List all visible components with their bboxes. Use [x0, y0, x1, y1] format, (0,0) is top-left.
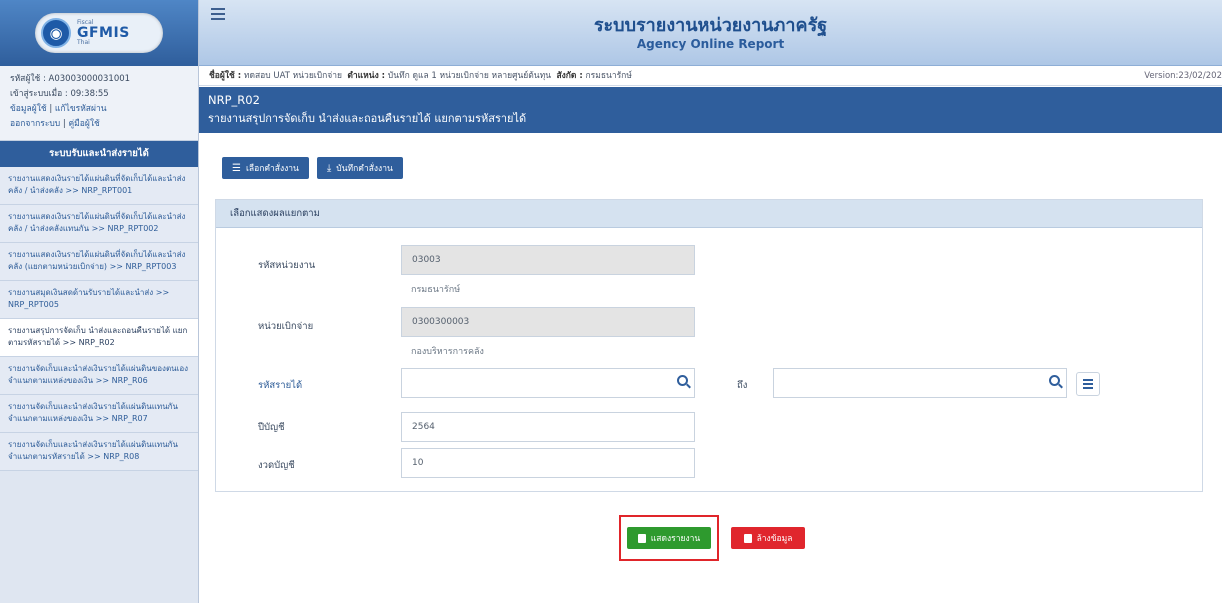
disbursement-unit-field: 0300300003: [401, 307, 695, 337]
version-text: Version:23/02/202: [1144, 71, 1222, 81]
logo-area: ◉ Fiscal GFMIS Thai: [0, 0, 198, 66]
revenue-code-from-input[interactable]: [401, 368, 695, 398]
position-value: บันทึก ดูแล 1 หน่วยเบิกจ่าย หลายศูนย์ต้น…: [387, 71, 552, 81]
logo-main-text: GFMIS: [77, 25, 130, 41]
org-value: กรมธนารักษ์: [585, 71, 632, 81]
page-header: NRP_R02 รายงานสรุปการจัดเก็บ นำส่งและถอน…: [199, 87, 1222, 133]
user-links-row-2: ออกจากระบบ | คู่มือผู้ใช้: [10, 117, 188, 132]
user-id: รหัสผู้ใช้ : A03003000031001: [10, 74, 131, 84]
manual-link[interactable]: คู่มือผู้ใช้: [68, 119, 99, 129]
fiscal-period-label: งวดบัญชี: [258, 460, 295, 471]
panel-title: เลือกแสดงผลแยกตาม: [216, 200, 1202, 228]
logo-emblem-icon: ◉: [41, 18, 71, 48]
search-icon[interactable]: [677, 375, 688, 386]
user-links-row-1: ข้อมูลผู้ใช้ | แก้ไขรหัสผ่าน: [10, 102, 188, 117]
revenue-code-to-input[interactable]: [773, 368, 1067, 398]
fiscal-year-input[interactable]: 2564: [401, 412, 695, 442]
select-command-label: เลือกคำสั่งงาน: [245, 164, 299, 174]
system-subtitle: Agency Online Report: [636, 37, 785, 51]
trash-icon: [743, 533, 752, 543]
top-header: ระบบรายงานหน่วยงานภาครัฐ Agency Online R…: [199, 0, 1222, 66]
sidebar-item-nrp-r07[interactable]: รายงานจัดเก็บและนำส่งเงินรายได้แผ่นดินแท…: [0, 395, 198, 433]
link-separator: |: [49, 104, 53, 114]
link-separator: |: [62, 119, 66, 129]
select-command-button[interactable]: ☰ เลือกคำสั่งงาน: [222, 157, 309, 179]
filter-panel: เลือกแสดงผลแยกตาม: [215, 199, 1203, 492]
disbursement-unit-name: กองบริหารการคลัง: [411, 347, 484, 357]
profile-link[interactable]: ข้อมูลผู้ใช้: [10, 104, 47, 114]
sidebar-item-nrp-rpt001[interactable]: รายงานแสดงเงินรายได้แผ่นดินที่จัดเก็บได้…: [0, 167, 198, 205]
agency-name-text: กรมธนารักษ์: [411, 285, 461, 295]
show-report-button[interactable]: แสดงรายงาน: [627, 527, 711, 549]
agency-code-field: 03003: [401, 245, 695, 275]
fiscal-year-label: ปีบัญชี: [258, 422, 285, 433]
sidebar-item-nrp-r08[interactable]: รายงานจัดเก็บและนำส่งเงินรายได้แผ่นดินแท…: [0, 433, 198, 471]
sidebar: ◉ Fiscal GFMIS Thai รหัสผู้ใช้ : A030030…: [0, 0, 199, 603]
search-icon[interactable]: [1049, 375, 1060, 386]
logout-link[interactable]: ออกจากระบบ: [10, 119, 60, 129]
sidebar-item-nrp-r06[interactable]: รายงานจัดเก็บและนำส่งเงินรายได้แผ่นดินขอ…: [0, 357, 198, 395]
login-time: เข้าสู่ระบบเมื่อ : 09:38:55: [10, 89, 109, 99]
multi-select-list-button[interactable]: [1076, 372, 1100, 396]
system-title: ระบบรายงานหน่วยงานภาครัฐ: [593, 15, 828, 36]
user-name-label: ชื่อผู้ใช้ :: [209, 71, 242, 81]
sidebar-item-nrp-r02[interactable]: รายงานสรุปการจัดเก็บ นำส่งและถอนคืนรายได…: [0, 319, 198, 357]
disbursement-unit-label: หน่วยเบิกจ่าย: [258, 321, 314, 332]
list-icon: ☰: [232, 162, 241, 174]
sidebar-heading: ระบบรับและนำส่งรายได้: [0, 141, 198, 167]
clear-data-label: ล้างข้อมูล: [756, 534, 793, 544]
user-info-bar: ชื่อผู้ใช้ : ทดสอบ UAT หน่วยเบิกจ่าย ตำแ…: [199, 66, 1222, 86]
to-label: ถึง: [737, 380, 748, 391]
position-label: ตำแหน่ง :: [347, 71, 386, 81]
org-label: สังกัด :: [556, 71, 583, 81]
save-command-button[interactable]: ⤓ บันทึกคำสั่งงาน: [316, 157, 403, 179]
fiscal-period-input[interactable]: 10: [401, 448, 695, 478]
show-report-label: แสดงรายงาน: [650, 534, 701, 544]
app-root: ◉ Fiscal GFMIS Thai รหัสผู้ใช้ : A030030…: [0, 0, 1222, 603]
agency-code-label: รหัสหน่วยงาน: [258, 260, 316, 271]
revenue-code-label: รหัสรายได้: [258, 380, 303, 391]
user-info: รหัสผู้ใช้ : A03003000031001 เข้าสู่ระบบ…: [0, 66, 198, 141]
report-icon: [637, 533, 646, 543]
gfmis-logo[interactable]: ◉ Fiscal GFMIS Thai: [35, 13, 163, 53]
sidebar-item-nrp-rpt005[interactable]: รายงานสมุดเงินสดด้านรับรายได้และนำส่ง >>…: [0, 281, 198, 319]
user-name-value: ทดสอบ UAT หน่วยเบิกจ่าย: [243, 71, 342, 81]
logo-text: Fiscal GFMIS Thai: [77, 20, 130, 46]
save-command-label: บันทึกคำสั่งงาน: [336, 164, 393, 174]
clear-data-button[interactable]: ล้างข้อมูล: [731, 527, 805, 549]
download-icon: ⤓: [326, 162, 332, 174]
toolbar: ☰ เลือกคำสั่งงาน ⤓ บันทึกคำสั่งงาน: [222, 157, 403, 179]
sidebar-item-nrp-rpt002[interactable]: รายงานแสดงเงินรายได้แผ่นดินที่จัดเก็บได้…: [0, 205, 198, 243]
page-title: รายงานสรุปการจัดเก็บ นำส่งและถอนคืนรายได…: [208, 112, 527, 125]
page-code: NRP_R02: [208, 93, 260, 107]
change-password-link[interactable]: แก้ไขรหัสผ่าน: [55, 104, 107, 114]
sidebar-item-nrp-rpt003[interactable]: รายงานแสดงเงินรายได้แผ่นดินที่จัดเก็บได้…: [0, 243, 198, 281]
logo-sub-text: Thai: [77, 39, 90, 46]
